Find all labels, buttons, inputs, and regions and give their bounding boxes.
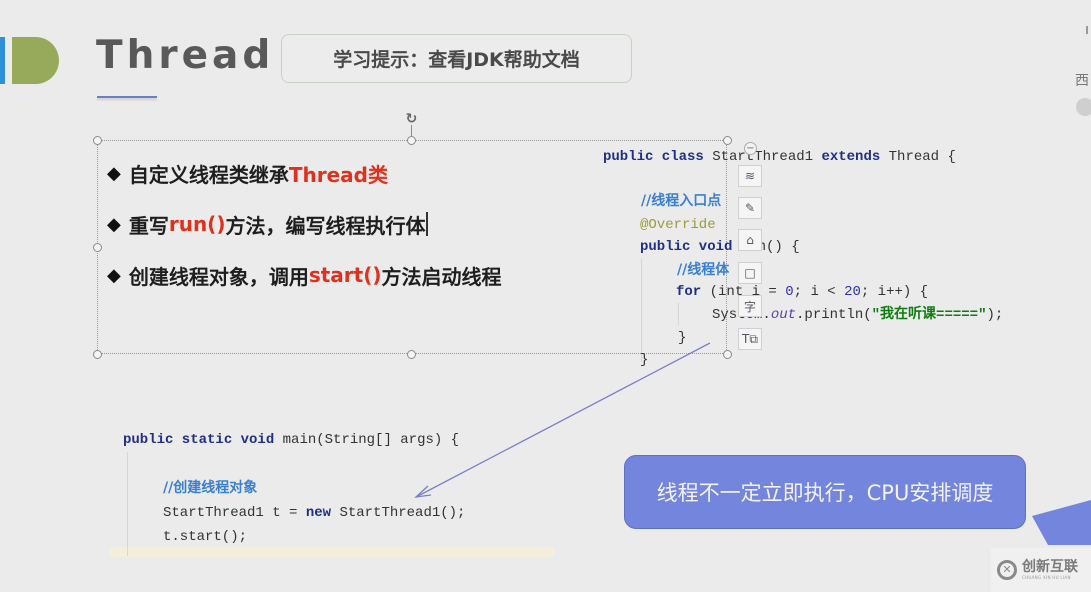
code-comment: //创建线程对象 [163, 480, 258, 496]
watermark-text: 创新互联 [1022, 559, 1078, 575]
main-code-block: public static void main(String[] args) {… [0, 0, 465, 556]
watermark-logo-icon: ✕ [997, 560, 1017, 580]
watermark-subtext: CHUANG XIN HU LIAN [1022, 575, 1071, 580]
callout-bubble: 线程不一定立即执行，CPU安排调度 [624, 455, 1026, 529]
code-line: public static void main(String[] args) { [123, 432, 460, 448]
arrow-head [414, 485, 432, 498]
current-line-highlight [110, 547, 554, 557]
indent-guide [127, 452, 128, 556]
code-line: t.start(); [163, 529, 248, 545]
code-line: StartThread1 t = new StartThread1(); [163, 505, 466, 521]
callout-tail-shape [1032, 500, 1091, 545]
watermark: ✕ 创新互联 CHUANG XIN HU LIAN [991, 548, 1091, 592]
